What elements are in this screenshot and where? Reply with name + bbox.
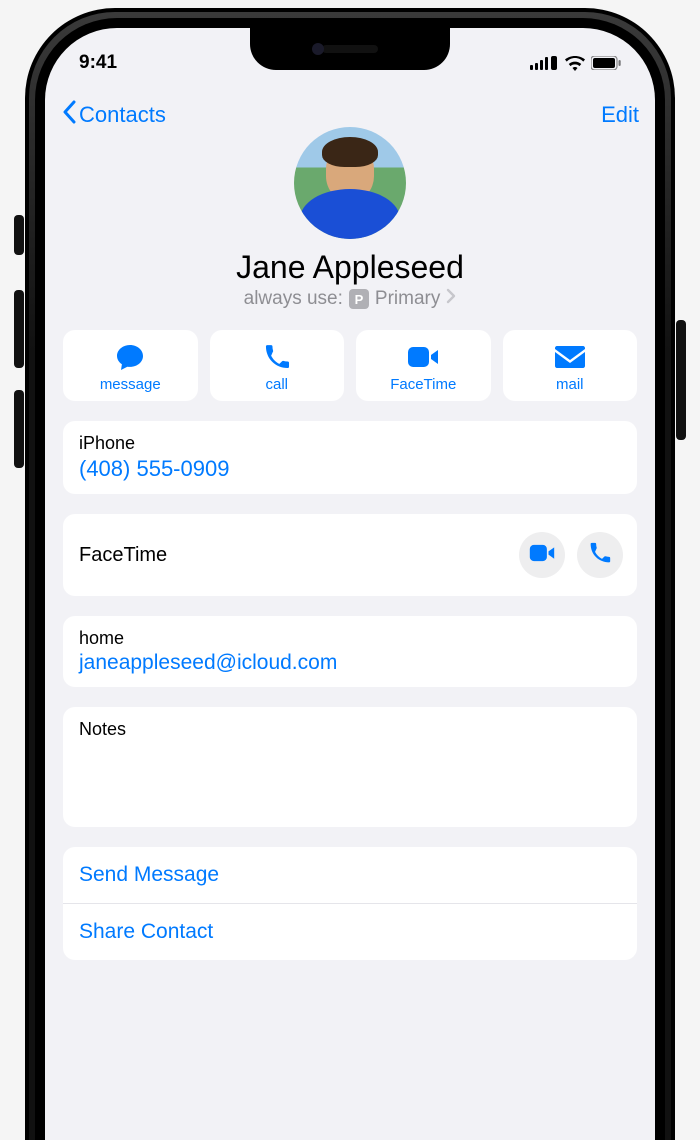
- screen: 9:41 Contacts Edit: [45, 28, 655, 1140]
- notes-label: Notes: [79, 719, 621, 740]
- facetime-audio-button[interactable]: [577, 532, 623, 578]
- battery-icon: [591, 56, 621, 70]
- contact-name: Jane Appleseed: [63, 249, 637, 286]
- video-icon: [360, 342, 487, 372]
- message-label: message: [67, 376, 194, 393]
- profile-header: Jane Appleseed always use: P Primary: [63, 127, 637, 310]
- share-contact-row[interactable]: Share Contact: [63, 904, 637, 960]
- phone-frame: 9:41 Contacts Edit: [25, 8, 675, 1140]
- volume-up-button: [14, 290, 24, 368]
- phone-card[interactable]: iPhone (408) 555-0909: [63, 421, 637, 494]
- phone-field-value: (408) 555-0909: [79, 456, 621, 482]
- avatar[interactable]: [294, 127, 406, 239]
- chevron-left-icon: [61, 100, 77, 130]
- send-message-row[interactable]: Send Message: [63, 847, 637, 904]
- phone-icon: [589, 542, 611, 569]
- phone-field-label: iPhone: [79, 433, 621, 454]
- quick-actions: message call FaceTime: [63, 330, 637, 401]
- message-icon: [67, 342, 194, 372]
- notes-card[interactable]: Notes: [63, 707, 637, 827]
- facetime-label: FaceTime: [360, 376, 487, 393]
- mute-switch: [14, 215, 24, 255]
- nav-bar: Contacts Edit: [45, 92, 655, 138]
- mail-icon: [507, 342, 634, 372]
- cellular-icon: [530, 56, 557, 70]
- notch: [250, 28, 450, 70]
- sim-selector[interactable]: always use: P Primary: [244, 288, 457, 310]
- sim-prefix: always use:: [244, 288, 343, 310]
- action-list: Send Message Share Contact: [63, 847, 637, 960]
- facetime-button[interactable]: FaceTime: [356, 330, 491, 401]
- call-label: call: [214, 376, 341, 393]
- power-button: [676, 320, 686, 440]
- back-button[interactable]: Contacts: [61, 100, 166, 130]
- video-icon: [529, 544, 555, 567]
- facetime-card: FaceTime: [63, 514, 637, 596]
- status-time: 9:41: [79, 52, 117, 74]
- message-button[interactable]: message: [63, 330, 198, 401]
- facetime-card-label: FaceTime: [79, 544, 167, 567]
- email-card[interactable]: home janeappleseed@icloud.com: [63, 616, 637, 687]
- facetime-video-button[interactable]: [519, 532, 565, 578]
- call-button[interactable]: call: [210, 330, 345, 401]
- content: Jane Appleseed always use: P Primary mes…: [45, 93, 655, 1140]
- email-field-value: janeappleseed@icloud.com: [79, 651, 621, 675]
- wifi-icon: [565, 56, 585, 71]
- phone-icon: [214, 342, 341, 372]
- sim-badge-icon: P: [349, 289, 369, 309]
- chevron-right-icon: [446, 288, 456, 310]
- sim-name: Primary: [375, 288, 440, 310]
- mail-label: mail: [507, 376, 634, 393]
- mail-button[interactable]: mail: [503, 330, 638, 401]
- edit-button[interactable]: Edit: [601, 102, 639, 128]
- back-label: Contacts: [79, 102, 166, 128]
- volume-down-button: [14, 390, 24, 468]
- email-field-label: home: [79, 628, 621, 649]
